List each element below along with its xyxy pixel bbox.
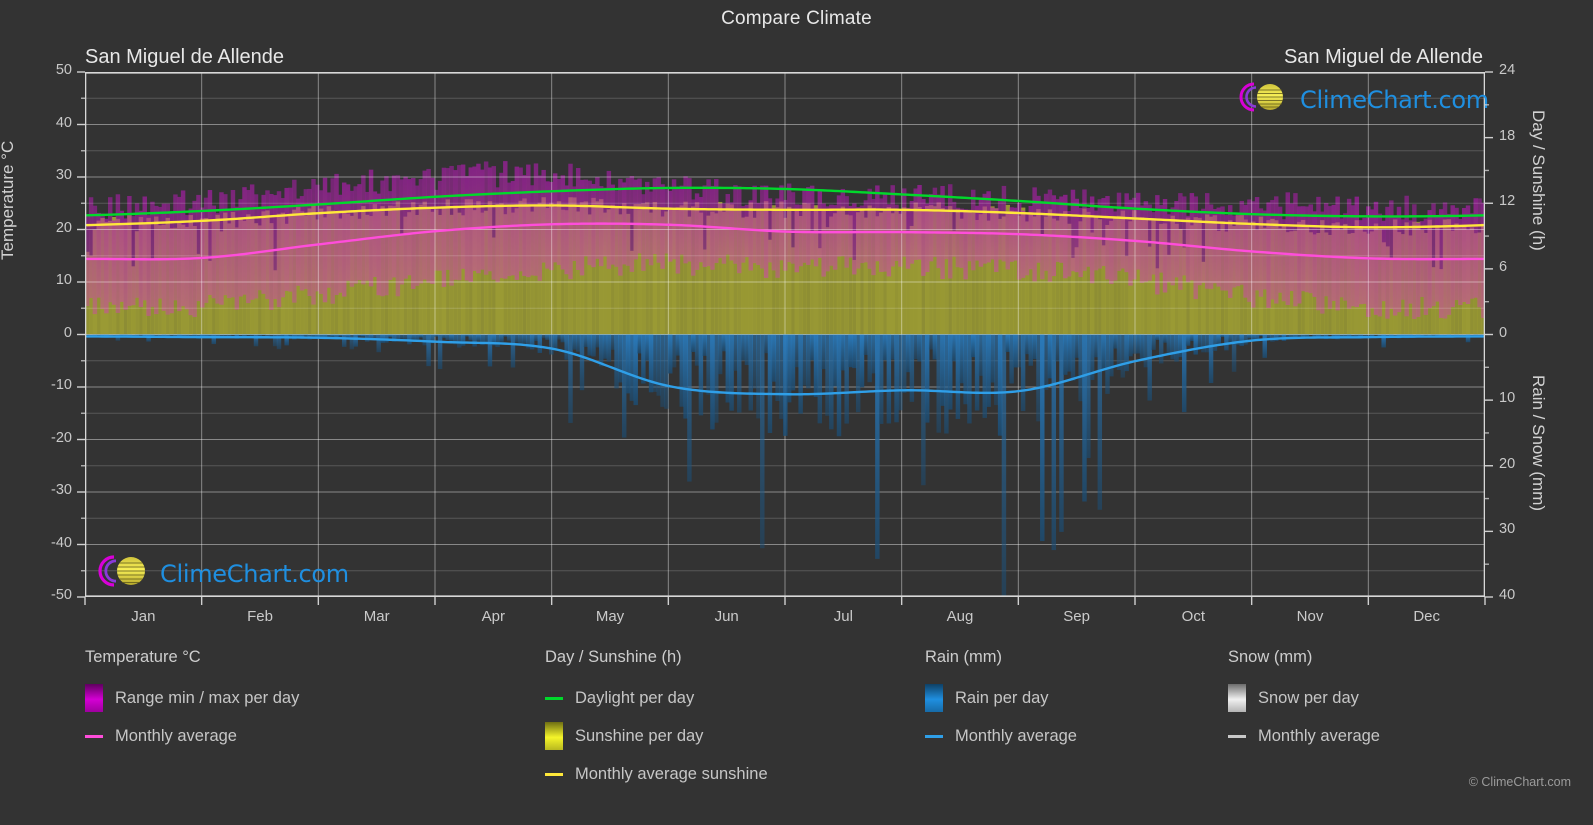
- x-tick-apr: Apr: [481, 608, 505, 625]
- legend-group-snow: Snow (mm) Snow per day Monthly average: [1228, 648, 1380, 755]
- x-tick-oct: Oct: [1181, 608, 1205, 625]
- legend-label: Monthly average: [115, 726, 237, 745]
- legend-swatch: [925, 684, 943, 712]
- legend-label: Daylight per day: [575, 688, 695, 707]
- y-tick-left: 0: [63, 324, 72, 341]
- climechart-logo-text-2: ClimeChart.com: [160, 559, 349, 588]
- legend-item[interactable]: Snow per day: [1228, 679, 1380, 717]
- y-tick-left: 30: [55, 167, 72, 183]
- x-tick-may: May: [595, 608, 625, 625]
- copyright-notice: © ClimeChart.com: [1468, 775, 1571, 789]
- y-tick-right-rain: 20: [1499, 455, 1516, 472]
- legend-swatch: [85, 684, 103, 712]
- y-tick-right-day: 0: [1499, 324, 1508, 341]
- x-tick-mar: Mar: [363, 608, 390, 625]
- climechart-logo-text: ClimeChart.com: [1300, 85, 1489, 114]
- legend-line-swatch: [1228, 734, 1246, 738]
- legend-item[interactable]: Monthly average: [1228, 717, 1380, 755]
- legend-label: Rain per day: [955, 688, 1049, 707]
- climechart-logo-mark: [1232, 80, 1298, 119]
- y-tick-left: -50: [51, 587, 72, 603]
- y-tick-left: -20: [51, 429, 72, 446]
- y-tick-left: 20: [55, 219, 72, 236]
- legend-item[interactable]: Monthly average: [925, 717, 1077, 755]
- legend-swatch: [545, 722, 563, 750]
- legend-label: Snow per day: [1258, 688, 1359, 707]
- legend-line-swatch: [925, 734, 943, 738]
- climechart-logo-top: ClimeChart.com: [1232, 80, 1489, 119]
- climate-chart-page: Compare Climate San Miguel de Allende Sa…: [0, 0, 1593, 825]
- y-tick-right-day: 18: [1499, 127, 1516, 144]
- legend-item[interactable]: Monthly average: [85, 717, 299, 755]
- y-tick-left: -30: [51, 482, 72, 498]
- legend-swatch: [1228, 684, 1246, 712]
- y-tick-left: -40: [51, 534, 72, 551]
- plot-area: [85, 72, 1485, 597]
- legend-item[interactable]: Rain per day: [925, 679, 1077, 717]
- legend-label: Range min / max per day: [115, 688, 300, 707]
- y-tick-right-rain: 30: [1499, 521, 1516, 538]
- y-tick-left: 50: [55, 62, 72, 78]
- y-tick-right-day: 6: [1499, 258, 1508, 275]
- x-tick-aug: Aug: [946, 608, 974, 625]
- legend-line-swatch: [85, 734, 103, 738]
- legend-title: Snow (mm): [1228, 648, 1313, 666]
- x-tick-dec: Dec: [1413, 608, 1440, 625]
- y-tick-right-rain: 40: [1499, 587, 1516, 603]
- legend: Temperature °C Range min / max per day Mon…: [0, 648, 1593, 808]
- legend-item[interactable]: Sunshine per day: [545, 717, 768, 755]
- climechart-logo-mark-2: [92, 552, 158, 595]
- legend-label: Sunshine per day: [575, 726, 704, 745]
- y-tick-left: -10: [51, 377, 72, 393]
- y-tick-right-day: 24: [1499, 62, 1516, 78]
- x-tick-jul: Jul: [833, 608, 853, 625]
- legend-item[interactable]: Monthly average sunshine: [545, 755, 768, 793]
- legend-label: Monthly average sunshine: [575, 764, 768, 783]
- climechart-logo-bottom: ClimeChart.com: [92, 552, 349, 595]
- y-tick-right-day: 12: [1499, 193, 1516, 210]
- legend-line-swatch: [545, 696, 563, 700]
- x-tick-sep: Sep: [1063, 608, 1090, 625]
- station-name-right: San Miguel de Allende: [1283, 46, 1483, 68]
- station-name-left: San Miguel de Allende: [85, 46, 285, 68]
- legend-label: Monthly average: [1258, 726, 1380, 745]
- legend-group-temperature: Temperature °C Range min / max per day Mon…: [85, 648, 299, 755]
- legend-label: Monthly average: [955, 726, 1077, 745]
- x-tick-feb: Feb: [247, 608, 273, 625]
- plot-svg: [85, 72, 1485, 597]
- legend-title: Temperature °C: [85, 648, 201, 666]
- legend-title: Day / Sunshine (h): [545, 648, 682, 666]
- legend-item[interactable]: Range min / max per day: [85, 679, 299, 717]
- x-tick-nov: Nov: [1296, 608, 1324, 625]
- legend-line-swatch: [545, 772, 563, 776]
- legend-title: Rain (mm): [925, 648, 1002, 666]
- y-tick-left: 10: [55, 272, 72, 288]
- y-tick-left: 40: [55, 114, 72, 131]
- y-tick-right-rain: 10: [1499, 390, 1516, 407]
- x-tick-jun: Jun: [714, 608, 739, 625]
- legend-group-day-sunshine: Day / Sunshine (h) Daylight per day Sunshi…: [545, 648, 768, 793]
- legend-item[interactable]: Daylight per day: [545, 679, 768, 717]
- legend-group-rain: Rain (mm) Rain per day Monthly average: [925, 648, 1077, 755]
- page-title: Compare Climate: [721, 8, 872, 29]
- x-tick-jan: Jan: [131, 608, 156, 625]
- y-axis-left-title: Temperature °C: [0, 140, 17, 260]
